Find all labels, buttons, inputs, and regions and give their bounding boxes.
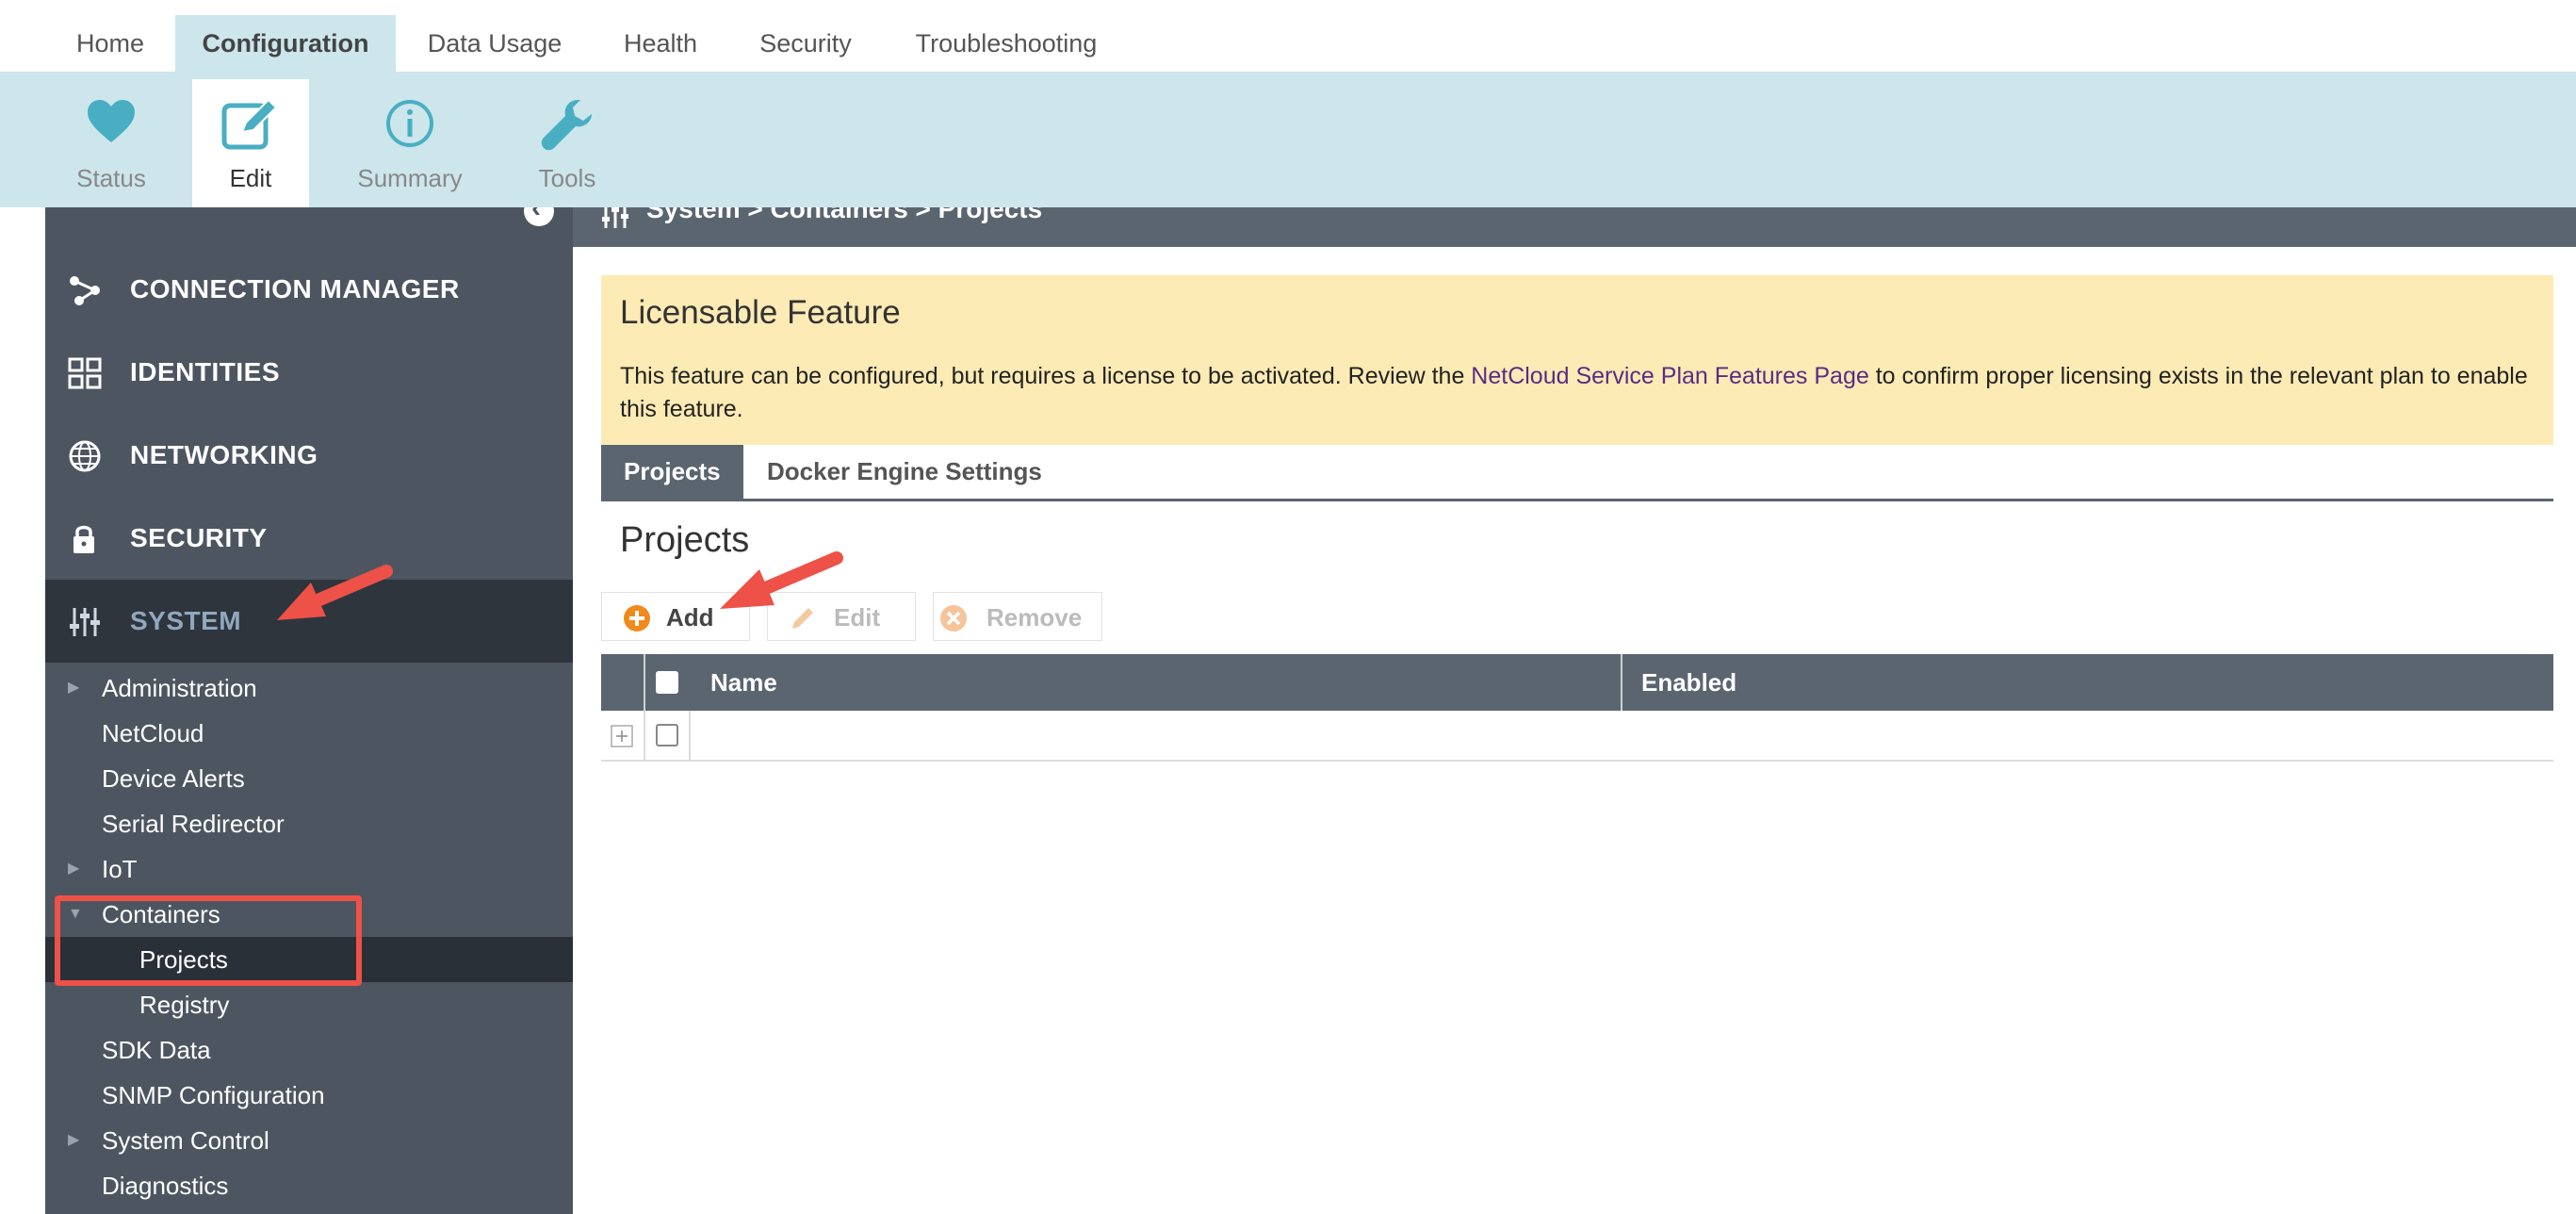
sidebar-item-serial-redirector[interactable]: Serial Redirector xyxy=(45,801,573,846)
sidebar-section-identities[interactable]: IDENTITIES xyxy=(45,331,573,414)
column-header-name[interactable]: Name xyxy=(710,654,777,711)
annotation-highlight-box xyxy=(55,895,362,986)
tab-security[interactable]: Security xyxy=(744,15,867,72)
sidebar-section-label: CONNECTION MANAGER xyxy=(130,274,460,304)
tab-configuration[interactable]: Configuration xyxy=(175,15,396,72)
sidebar-item-label: Serial Redirector xyxy=(102,810,285,838)
content-tabs: Projects Docker Engine Settings xyxy=(601,445,2553,501)
expand-row-icon[interactable] xyxy=(611,725,633,747)
remove-button[interactable]: Remove xyxy=(933,592,1102,641)
sidebar-section-networking[interactable]: NETWORKING xyxy=(45,414,573,497)
sidebar-section-connection-manager[interactable]: CONNECTION MANAGER xyxy=(45,248,573,331)
row-checkbox[interactable] xyxy=(656,724,678,746)
remove-button-label: Remove xyxy=(986,603,1083,632)
sidebar-item-label: System Control xyxy=(102,1126,269,1155)
expand-arrow-icon[interactable]: ▶ xyxy=(68,665,79,711)
sidebar-item-label: SNMP Configuration xyxy=(102,1081,325,1109)
sliders-icon xyxy=(70,608,100,636)
sidebar-item-system-control[interactable]: ▶ System Control xyxy=(45,1118,573,1163)
lock-icon xyxy=(73,525,94,553)
sidebar-item-netcloud[interactable]: NetCloud xyxy=(45,711,573,756)
tool-tools[interactable]: Tools xyxy=(509,79,626,207)
tool-summary[interactable]: Summary xyxy=(339,79,481,207)
select-all-checkbox[interactable] xyxy=(656,671,678,694)
sidebar-section-label: SECURITY xyxy=(130,523,268,552)
tool-edit-label: Edit xyxy=(229,164,272,192)
tab-projects[interactable]: Projects xyxy=(601,445,743,499)
tool-edit[interactable]: Edit xyxy=(192,79,309,207)
licensable-feature-notice: Licensable Feature This feature can be c… xyxy=(601,275,2553,445)
globe-icon xyxy=(69,440,101,472)
add-button-label: Add xyxy=(666,603,714,632)
sidebar-item-snmp-configuration[interactable]: SNMP Configuration xyxy=(45,1073,573,1118)
sidebar: CONNECTION MANAGER IDENTITIES NETWORKING… xyxy=(45,207,573,1214)
sidebar-section-label: SYSTEM xyxy=(130,606,242,635)
sliders-icon xyxy=(602,207,628,228)
sidebar-item-label: Diagnostics xyxy=(102,1172,229,1200)
edit-icon xyxy=(221,98,278,150)
table-header: Name Enabled xyxy=(601,654,2553,711)
sidebar-item-registry[interactable]: Registry xyxy=(45,982,573,1027)
connection-icon xyxy=(70,276,100,305)
sidebar-collapse-button[interactable] xyxy=(524,207,554,226)
column-divider xyxy=(644,711,645,760)
breadcrumb-bar: System > Containers > Projects xyxy=(573,207,2576,247)
notice-text: This feature can be configured, but requ… xyxy=(620,363,1472,389)
tool-status[interactable]: Status xyxy=(45,79,177,207)
info-icon xyxy=(386,100,433,147)
annotation-arrow-icon xyxy=(720,551,843,609)
column-header-enabled[interactable]: Enabled xyxy=(1641,654,1736,711)
add-circle-icon xyxy=(624,605,650,632)
column-divider xyxy=(689,711,691,760)
expand-arrow-icon[interactable]: ▶ xyxy=(68,846,79,892)
sub-toolbar: Status Edit Summary Tools xyxy=(0,72,2576,207)
service-plan-link[interactable]: NetCloud Service Plan Features Page xyxy=(1471,363,1868,389)
sidebar-section-label: IDENTITIES xyxy=(130,357,281,386)
tool-summary-label: Summary xyxy=(357,164,463,192)
table-row xyxy=(601,711,2553,762)
wrench-icon xyxy=(541,100,592,151)
sidebar-item-label: Device Alerts xyxy=(102,764,245,793)
sidebar-item-label: Registry xyxy=(139,991,230,1019)
sidebar-item-label: IoT xyxy=(102,855,138,883)
column-divider xyxy=(644,654,645,711)
sidebar-section-label: NETWORKING xyxy=(130,440,318,469)
sidebar-item-administration[interactable]: ▶ Administration xyxy=(45,665,573,711)
sidebar-item-device-alerts[interactable]: Device Alerts xyxy=(45,756,573,801)
sidebar-item-diagnostics[interactable]: Diagnostics xyxy=(45,1163,573,1208)
column-divider xyxy=(1621,654,1622,711)
annotation-arrow-icon xyxy=(277,565,393,620)
tab-troubleshooting[interactable]: Troubleshooting xyxy=(895,15,1117,72)
top-navigation: Home Configuration Data Usage Health Sec… xyxy=(0,0,2576,72)
sidebar-item-label: NetCloud xyxy=(102,719,204,747)
heart-icon xyxy=(88,100,135,142)
grid-icon xyxy=(68,357,102,389)
expand-arrow-icon[interactable]: ▶ xyxy=(68,1118,79,1163)
remove-circle-icon xyxy=(940,605,967,632)
sidebar-item-iot[interactable]: ▶ IoT xyxy=(45,846,573,892)
tool-tools-label: Tools xyxy=(538,164,596,192)
tab-health[interactable]: Health xyxy=(603,15,718,72)
breadcrumb: System > Containers > Projects xyxy=(646,207,1043,223)
tab-docker-engine-settings[interactable]: Docker Engine Settings xyxy=(744,445,1065,499)
tab-home[interactable]: Home xyxy=(51,15,170,72)
notice-body: This feature can be configured, but requ… xyxy=(620,360,2542,426)
sidebar-item-label: Administration xyxy=(102,674,257,702)
tab-data-usage[interactable]: Data Usage xyxy=(405,15,584,72)
sidebar-item-label: SDK Data xyxy=(102,1036,211,1064)
sidebar-item-sdk-data[interactable]: SDK Data xyxy=(45,1027,573,1073)
tool-status-label: Status xyxy=(76,164,146,192)
notice-title: Licensable Feature xyxy=(620,294,901,331)
